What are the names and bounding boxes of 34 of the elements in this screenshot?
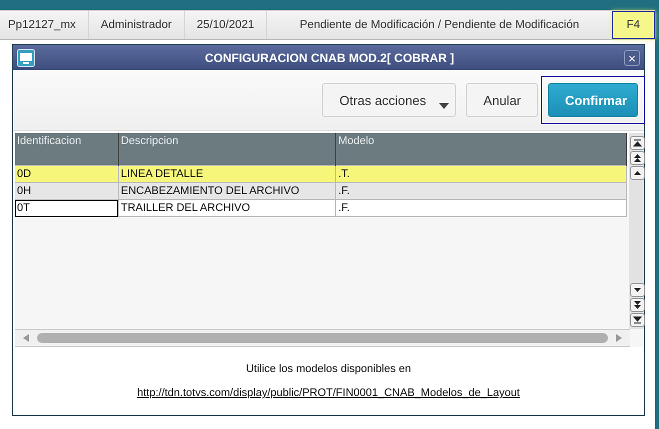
column-header[interactable]: Descripcion	[118, 133, 336, 166]
window-icon	[17, 48, 35, 66]
scroll-down-icon[interactable]	[630, 283, 645, 297]
table-cell: 0D	[15, 166, 118, 182]
table-cell: 0H	[15, 182, 118, 200]
cancel-button[interactable]: Anular	[466, 83, 538, 117]
status-field: Pendiente de Modificación / Pendiente de Modificación	[267, 11, 612, 39]
column-header[interactable]: Identificacion	[15, 133, 118, 166]
column-header[interactable]: Modelo	[336, 133, 626, 166]
table-cell: .F.	[336, 200, 626, 216]
status-field: Pp12127_mx	[0, 11, 89, 39]
layout-link[interactable]: http://tdn.totvs.com/display/public/PROT/FIN0001_CNAB_Modelos_de_Layout	[137, 387, 520, 399]
table-cell: LINEA DETALLE	[118, 166, 336, 182]
info-text: Utilice los modelos disponibles en	[246, 363, 412, 375]
scrollbar-thumb[interactable]	[37, 333, 608, 343]
scroll-bottom-icon[interactable]	[630, 313, 645, 327]
dialog-title: CONFIGURACION CNAB MOD.2[ COBRAR ]	[204, 50, 456, 64]
status-field: Administrador	[88, 11, 185, 39]
scroll-top-icon[interactable]	[630, 136, 645, 150]
table-cell: ENCABEZAMIENTO DEL ARCHIVO	[118, 182, 336, 200]
table-cell: 0T	[15, 200, 118, 216]
table-cell: .T.	[336, 166, 626, 182]
actions-menu-button[interactable]: Otras acciones	[322, 83, 456, 117]
table-cell: .F.	[336, 182, 626, 200]
page-down-icon[interactable]	[630, 298, 645, 312]
horizontal-scrollbar[interactable]	[15, 329, 630, 347]
caret-icon	[439, 103, 450, 109]
table-cell: TRAILLER DEL ARCHIVO	[118, 200, 336, 216]
status-field: 25/10/2021	[184, 11, 268, 39]
scroll-up-icon[interactable]	[630, 166, 645, 180]
status-field: F4	[612, 11, 655, 39]
close-button[interactable]: ×	[624, 50, 640, 66]
page-up-icon[interactable]	[630, 151, 645, 165]
vertical-scrollbar[interactable]	[629, 133, 644, 329]
